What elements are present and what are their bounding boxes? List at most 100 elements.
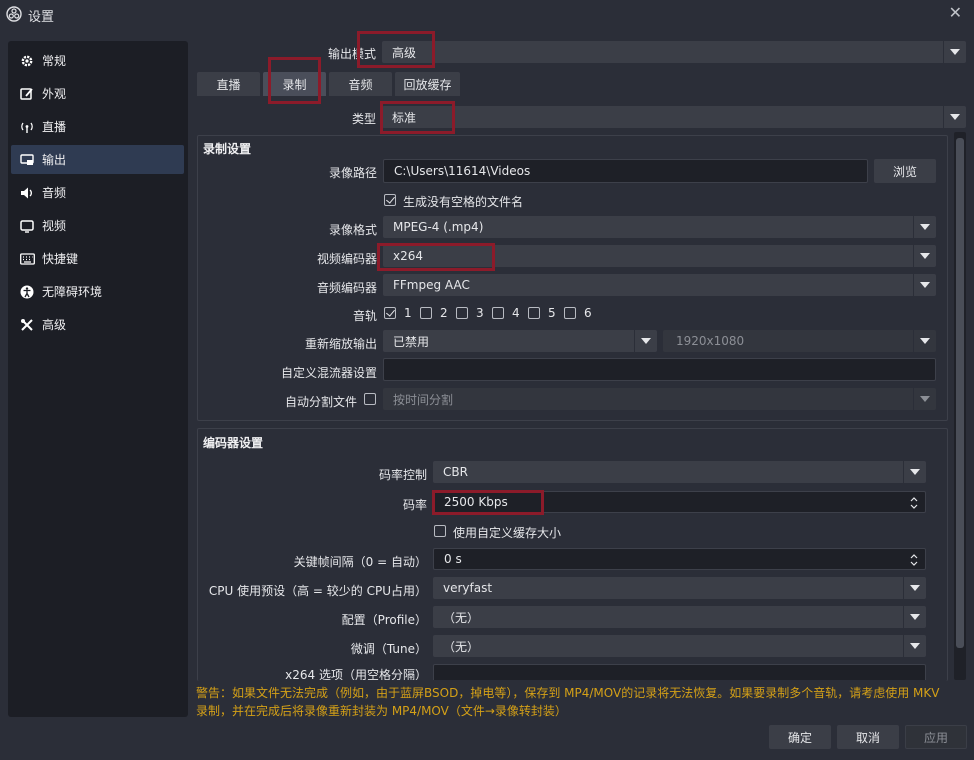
auto-split-label: 自动分割文件 [284,395,357,409]
rescale-output-select[interactable]: 已禁用 [383,330,657,352]
rescale-output-label: 重新缩放输出 [304,337,377,351]
spin-arrows-icon[interactable] [903,549,925,571]
x264-options-input[interactable] [433,664,926,680]
accessibility-icon [19,284,35,300]
window-title: 设置 [28,10,55,25]
custom-muxer-label: 自定义混流器设置 [280,366,377,380]
spin-arrows-icon[interactable] [903,492,925,514]
sidebar-item-label: 常规 [42,54,67,68]
output-icon [19,152,35,168]
sidebar-item-label: 外观 [42,87,67,101]
track-1-checkbox[interactable] [384,307,396,319]
sidebar-item-label: 无障碍环境 [42,285,103,299]
tune-select[interactable]: （无） [433,635,926,657]
auto-split-checkbox[interactable] [364,393,376,405]
track-2-label: 2 [440,306,448,320]
recording-format-label: 录像格式 [328,223,377,237]
output-mode-select[interactable]: 高级 [382,41,966,63]
chevron-down-icon [903,635,926,657]
recording-path-input[interactable]: C:\Users\11614\Videos [383,159,868,183]
sidebar-item-general[interactable]: 常规 [11,46,184,75]
split-mode-value: 按时间分割 [393,392,454,407]
chevron-down-icon [903,577,926,599]
broadcast-icon [19,119,35,135]
sidebar-item-hotkeys[interactable]: 快捷键 [11,244,184,273]
video-encoder-label: 视频编码器 [316,252,377,266]
close-icon[interactable]: ✕ [949,3,962,22]
chevron-down-icon [903,606,926,628]
keyframe-interval-spinbox[interactable]: 0 s [433,548,926,570]
custom-buffer-label: 使用自定义缓存大小 [453,526,562,540]
nospace-checkbox[interactable] [384,194,396,206]
rate-control-select[interactable]: CBR [433,461,926,483]
sidebar-item-label: 直播 [42,120,67,134]
audio-encoder-label: 音频编码器 [316,281,377,295]
track-4-checkbox[interactable] [492,307,504,319]
sidebar-item-accessibility[interactable]: 无障碍环境 [11,277,184,306]
scrollbar-thumb[interactable] [956,138,964,648]
profile-value: （无） [443,610,480,625]
sidebar-item-appearance[interactable]: 外观 [11,79,184,108]
type-value: 标准 [392,110,417,125]
sidebar-item-label: 视频 [42,219,67,233]
sidebar-item-label: 快捷键 [42,252,79,266]
speaker-icon [19,185,35,201]
recording-path-value: C:\Users\11614\Videos [394,164,531,178]
ok-button[interactable]: 确定 [769,725,831,749]
audio-tracks-label: 音轨 [352,309,377,323]
settings-scrollbar[interactable] [954,132,966,680]
cpu-preset-select[interactable]: veryfast [433,577,926,599]
tab-recording[interactable]: 录制 [263,72,326,96]
recording-format-value: MPEG-4 (.mp4) [393,220,484,234]
bitrate-spinbox[interactable]: 2500 Kbps [433,491,926,513]
warning-text: 警告：如果文件无法完成（例如，由于蓝屏BSOD，掉电等），保存到 MP4/MOV… [196,684,956,720]
track-6-checkbox[interactable] [564,307,576,319]
tab-audio[interactable]: 音频 [329,72,392,96]
output-mode-label: 输出模式 [327,47,376,61]
bitrate-value: 2500 Kbps [444,495,508,509]
profile-select[interactable]: （无） [433,606,926,628]
sidebar-item-stream[interactable]: 直播 [11,112,184,141]
custom-buffer-checkbox[interactable] [434,525,446,537]
audio-encoder-value: FFmpeg AAC [393,278,470,292]
recording-format-select[interactable]: MPEG-4 (.mp4) [383,216,936,238]
output-mode-value: 高级 [392,45,417,60]
cpu-preset-label: CPU 使用预设（高 = 较少的 CPU占用） [208,584,427,598]
recording-settings-title: 录制设置 [203,142,252,156]
sidebar-item-output[interactable]: 输出 [11,145,184,174]
type-select[interactable]: 标准 [382,106,966,128]
track-2-checkbox[interactable] [420,307,432,319]
keyboard-icon [19,251,35,267]
track-3-checkbox[interactable] [456,307,468,319]
settings-sidebar: 常规 外观 直播 输出 音频 视频 快捷键 无障碍环境 高级 [8,41,188,717]
video-encoder-select[interactable]: x264 [383,245,936,267]
tab-stream[interactable]: 直播 [197,72,260,96]
keyframe-interval-value: 0 s [444,552,462,566]
track-4-label: 4 [512,306,520,320]
tools-icon [19,317,35,333]
cancel-button[interactable]: 取消 [837,725,899,749]
sidebar-item-audio[interactable]: 音频 [11,178,184,207]
rescale-resolution-value: 1920x1080 [676,334,745,348]
split-mode-select[interactable]: 按时间分割 [383,388,936,410]
rescale-resolution-select[interactable]: 1920x1080 [663,330,936,352]
sidebar-item-label: 高级 [42,318,67,332]
tune-label: 微调（Tune） [350,642,427,656]
audio-encoder-select[interactable]: FFmpeg AAC [383,274,936,296]
bitrate-label: 码率 [402,498,427,512]
custom-muxer-input[interactable] [383,358,936,381]
sidebar-item-video[interactable]: 视频 [11,211,184,240]
chevron-down-icon [913,245,936,267]
chevron-down-icon [943,41,966,63]
browse-button[interactable]: 浏览 [874,159,936,183]
chevron-down-icon [903,461,926,483]
tab-replay-buffer[interactable]: 回放缓存 [395,72,460,96]
keyframe-interval-label: 关键帧间隔（0 = 自动） [293,555,427,569]
sidebar-item-advanced[interactable]: 高级 [11,310,184,339]
track-5-checkbox[interactable] [528,307,540,319]
apply-button[interactable]: 应用 [905,725,967,749]
chevron-down-icon [913,216,936,238]
track-3-label: 3 [476,306,484,320]
warning-line-2: 录制，并在完成后将录像重新封装为 MP4/MOV（文件→录像转封装） [196,704,567,718]
type-label: 类型 [351,112,376,126]
